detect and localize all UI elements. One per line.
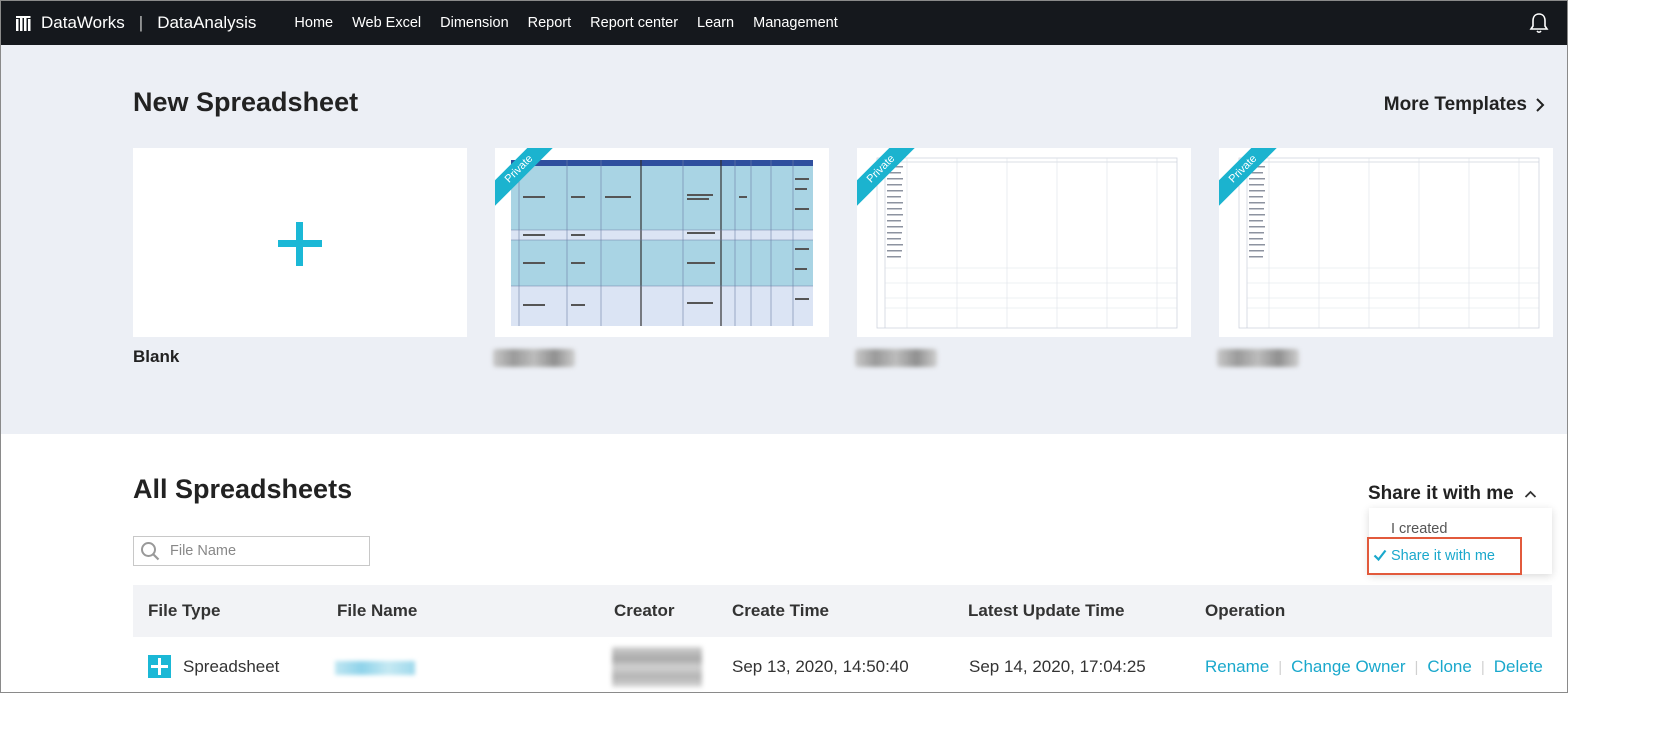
ownership-filter-menu: I created Share it with me <box>1369 508 1552 574</box>
blank-template-label: Blank <box>133 347 180 366</box>
row-file-name-blurred[interactable] <box>335 661 415 675</box>
delete-link[interactable]: Delete <box>1494 657 1543 677</box>
template-thumbnail <box>1219 148 1553 337</box>
row-file-type: Spreadsheet <box>183 657 280 676</box>
template-name-blurred <box>493 349 575 367</box>
all-spreadsheets-title: All Spreadsheets <box>133 474 353 504</box>
top-navbar: DataWorks | DataAnalysis Home Web Excel … <box>1 1 1567 45</box>
search-icon <box>141 542 160 561</box>
col-file-type: File Type <box>148 601 221 620</box>
template-thumbnail <box>857 148 1191 337</box>
template-card[interactable]: Private <box>495 148 829 337</box>
template-name-blurred <box>855 349 937 367</box>
col-latest-update-time: Latest Update Time <box>968 601 1125 620</box>
brand[interactable]: DataWorks | DataAnalysis <box>15 13 256 33</box>
brand-name: DataWorks <box>41 13 125 32</box>
new-spreadsheet-title: New Spreadsheet <box>133 87 359 117</box>
nav-home[interactable]: Home <box>294 15 333 31</box>
nav-dimension[interactable]: Dimension <box>440 15 509 31</box>
more-templates-label: More Templates <box>1383 94 1527 115</box>
chevron-right-icon <box>1536 98 1545 112</box>
nav-report[interactable]: Report <box>528 15 572 31</box>
clone-link[interactable]: Clone <box>1427 657 1471 677</box>
row-update-time: Sep 14, 2020, 17:04:25 <box>969 657 1146 676</box>
table-header: File Type File Name Creator Create Time … <box>133 585 1552 637</box>
ownership-filter-label: Share it with me <box>1368 483 1514 504</box>
brand-divider: | <box>138 13 144 32</box>
notification-bell-icon[interactable] <box>1529 12 1549 34</box>
nav-report-center[interactable]: Report center <box>590 15 678 31</box>
plus-icon <box>278 222 322 266</box>
more-templates-link[interactable]: More Templates <box>1384 94 1545 116</box>
template-card[interactable]: Private <box>857 148 1191 337</box>
template-name-blurred <box>1217 349 1299 367</box>
main-menu: Home Web Excel Dimension Report Report c… <box>294 15 856 31</box>
spreadsheet-icon <box>148 655 171 678</box>
file-name-search <box>133 536 370 566</box>
file-name-search-input[interactable] <box>170 543 360 559</box>
dataworks-logo-icon <box>16 16 31 31</box>
nav-learn[interactable]: Learn <box>697 15 734 31</box>
change-owner-link[interactable]: Change Owner <box>1291 657 1405 677</box>
col-file-name: File Name <box>337 601 418 620</box>
option-i-created[interactable]: I created <box>1391 521 1447 537</box>
blank-template-card[interactable] <box>133 148 467 337</box>
row-create-time: Sep 13, 2020, 14:50:40 <box>732 657 909 676</box>
col-operation: Operation <box>1205 601 1286 620</box>
new-spreadsheet-section: New Spreadsheet More Templates Blank Pri… <box>1 45 1567 434</box>
product-name: DataAnalysis <box>157 13 257 32</box>
nav-web-excel[interactable]: Web Excel <box>352 15 421 31</box>
row-operations: Rename | Change Owner | Clone | Delete <box>1205 657 1543 677</box>
rename-link[interactable]: Rename <box>1205 657 1269 677</box>
divider: | <box>1480 658 1485 676</box>
divider: | <box>1278 658 1283 676</box>
col-creator: Creator <box>614 601 675 620</box>
col-create-time: Create Time <box>732 601 830 620</box>
template-thumbnail <box>495 148 829 337</box>
nav-management[interactable]: Management <box>753 15 838 31</box>
ownership-filter-dropdown[interactable]: Share it with me <box>1368 483 1537 505</box>
app-frame: DataWorks | DataAnalysis Home Web Excel … <box>0 0 1568 693</box>
option-share-it-with-me[interactable]: Share it with me <box>1391 548 1495 564</box>
check-icon <box>1373 549 1387 562</box>
chevron-up-icon <box>1524 490 1536 498</box>
template-card[interactable]: Private <box>1219 148 1553 337</box>
row-creator-blurred <box>612 647 702 687</box>
divider: | <box>1414 658 1419 676</box>
